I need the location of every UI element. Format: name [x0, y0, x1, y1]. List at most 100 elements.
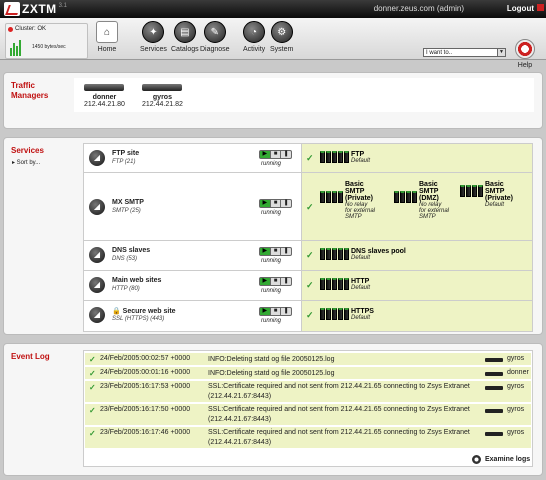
virtual-server-icon: ◢	[89, 247, 105, 263]
log-entry[interactable]: ✓ 23/Feb/2005:16:17:53 +0000 SSL:Certifi…	[85, 381, 531, 403]
magnifier-icon	[472, 455, 481, 464]
top-bar: ZXTM 3.1 donner.zeus.com (admin) Logout	[0, 0, 546, 18]
server-pool-icon	[320, 308, 349, 321]
log-entry[interactable]: ✓ 24/Feb/2005:00:01:16 +0000 INFO:Deleti…	[85, 367, 531, 380]
pool-basic-smtp-private[interactable]: Basic SMTP (Private) No relay for externa…	[320, 181, 392, 220]
service-control[interactable]: ▶ ■ ❚	[259, 247, 292, 256]
traffic-manager-device-icon	[142, 84, 183, 91]
app-name: ZXTM	[22, 2, 57, 16]
pool-dns-slaves[interactable]: DNS slaves pool Default	[320, 248, 406, 261]
event-log-panel: Event Log ✓ 24/Feb/2005:00:02:57 +0000 I…	[3, 343, 543, 476]
log-entry[interactable]: ✓ 24/Feb/2005:00:02:57 +0000 INFO:Deleti…	[85, 353, 531, 366]
service-control[interactable]: ▶ ■ ❚	[259, 307, 292, 316]
traffic-manager-device-icon	[485, 358, 503, 362]
logout-icon[interactable]	[537, 4, 544, 11]
cluster-status-text: Cluster: OK	[15, 26, 47, 32]
server-pool-icon	[320, 278, 349, 291]
system-gear-icon: ⚙	[270, 21, 293, 43]
cluster-rate: 1450 bytes/sec	[32, 44, 66, 50]
service-row-mx-smtp[interactable]: ◢ MX SMTP SMTP (25) ▶ ■ ❚ running ✓ Basic …	[84, 173, 532, 241]
pause-icon: ❚	[283, 308, 289, 314]
pool-http[interactable]: HTTP Default	[320, 278, 370, 291]
sort-by-link[interactable]: ▸ Sort by...	[12, 159, 40, 166]
server-pool-icon	[320, 248, 349, 261]
virtual-server-icon: ◢	[89, 277, 105, 293]
diagnose-button[interactable]: ✎ Diagnose	[200, 21, 230, 53]
service-row-main-web[interactable]: ◢ Main web sites HTTP (80) ▶ ■ ❚ running ✓…	[84, 271, 532, 301]
catalogs-button[interactable]: ▤ Catalogs	[171, 21, 199, 53]
zeus-logo-icon	[4, 2, 20, 16]
stop-icon: ■	[271, 308, 282, 315]
play-icon: ▶	[260, 200, 271, 207]
traffic-manager-gyros[interactable]: gyros 212.44.21.82	[142, 84, 183, 108]
logout-link[interactable]: Logout	[507, 4, 534, 13]
service-row-dns-slaves[interactable]: ◢ DNS slaves DNS (53) ▶ ■ ❚ running ✓ DNS …	[84, 241, 532, 271]
check-icon: ✓	[89, 429, 96, 438]
check-icon: ✓	[306, 310, 314, 320]
service-row-secure-web[interactable]: ◢ 🔒 Secure web site SSL (HTTPS) (443) ▶ ■…	[84, 301, 532, 331]
service-control[interactable]: ▶ ■ ❚	[259, 199, 292, 208]
event-log-list: ✓ 24/Feb/2005:00:02:57 +0000 INFO:Deleti…	[83, 350, 533, 467]
play-icon: ▶	[260, 308, 271, 315]
service-row-ftp[interactable]: ◢ FTP site FTP (21) ▶ ■ ❚ running ✓ FTP Def…	[84, 144, 532, 173]
traffic-manager-device-icon	[485, 432, 503, 436]
services-button[interactable]: ✦ Services	[140, 21, 167, 53]
traffic-managers-title: Traffic Managers	[11, 81, 49, 100]
traffic-managers-panel: Traffic Managers donner 212.44.21.80 gyr…	[3, 72, 543, 129]
app-version: 3.1	[58, 3, 68, 9]
traffic-manager-donner[interactable]: donner 212.44.21.80	[84, 84, 125, 108]
log-entry[interactable]: ✓ 23/Feb/2005:16:17:50 +0000 SSL:Certifi…	[85, 404, 531, 426]
services-icon: ✦	[142, 21, 165, 43]
pause-icon: ❚	[283, 248, 289, 254]
traffic-bar-chart	[10, 38, 24, 56]
service-control[interactable]: ▶ ■ ❚	[259, 277, 292, 286]
zxtm-logo: ZXTM 3.1	[4, 1, 67, 17]
activity-button[interactable]: ◔ Activity	[243, 21, 265, 53]
help-button[interactable]: Help	[515, 39, 535, 69]
traffic-manager-device-icon	[485, 386, 503, 390]
chevron-down-icon[interactable]: ▼	[497, 49, 505, 56]
services-panel: Services ▸ Sort by... ◢ FTP site FTP (21…	[3, 137, 543, 335]
system-button[interactable]: ⚙ System	[270, 21, 293, 53]
home-button[interactable]: ⌂ Home	[96, 21, 118, 53]
home-icon: ⌂	[96, 21, 118, 43]
check-icon: ✓	[89, 355, 96, 364]
play-icon: ▶	[260, 151, 271, 158]
check-icon: ✓	[306, 153, 314, 163]
log-entry[interactable]: ✓ 23/Feb/2005:16:17:46 +0000 SSL:Certifi…	[85, 427, 531, 449]
service-control[interactable]: ▶ ■ ❚	[259, 150, 292, 159]
stop-icon: ■	[271, 200, 282, 207]
stop-icon: ■	[271, 278, 282, 285]
status-indicator-icon	[8, 26, 13, 32]
i-want-to-select[interactable]: I want to.. ▼	[423, 48, 506, 57]
server-pool-icon	[460, 185, 483, 208]
pause-icon: ❚	[283, 200, 289, 206]
traffic-manager-device-icon	[485, 372, 503, 376]
pause-icon: ❚	[283, 278, 289, 284]
stop-icon: ■	[271, 248, 282, 255]
pause-icon: ❚	[283, 151, 289, 157]
event-log-title: Event Log	[11, 352, 50, 361]
stop-icon: ■	[271, 151, 282, 158]
check-icon: ✓	[306, 280, 314, 290]
play-icon: ▶	[260, 248, 271, 255]
pool-https[interactable]: HTTPS Default	[320, 308, 374, 321]
cluster-status-widget[interactable]: Cluster: OK 1450 bytes/sec	[5, 23, 88, 59]
examine-logs-link[interactable]: Examine logs	[472, 455, 530, 464]
main-toolbar: Cluster: OK 1450 bytes/sec ⌂ Home ✦ Serv…	[0, 18, 546, 69]
virtual-server-icon: ◢	[89, 307, 105, 323]
server-pool-icon	[394, 191, 417, 220]
check-icon: ✓	[89, 406, 96, 415]
pool-ftp[interactable]: FTP Default	[320, 151, 370, 164]
virtual-server-icon: ◢	[89, 150, 105, 166]
services-table: ◢ FTP site FTP (21) ▶ ■ ❚ running ✓ FTP Def…	[83, 143, 533, 332]
traffic-manager-device-icon	[84, 84, 125, 91]
pool-basic-smtp-private-default[interactable]: Basic SMTP (Private) Default	[460, 181, 534, 208]
check-icon: ✓	[89, 383, 96, 392]
diagnose-icon: ✎	[203, 21, 226, 43]
server-pool-icon	[320, 191, 343, 220]
pool-basic-smtp-dmz[interactable]: Basic SMTP (DMZ) No relay for external SM…	[394, 181, 462, 220]
check-icon: ✓	[89, 369, 96, 378]
check-icon: ✓	[306, 250, 314, 260]
activity-icon: ◔	[243, 21, 266, 43]
